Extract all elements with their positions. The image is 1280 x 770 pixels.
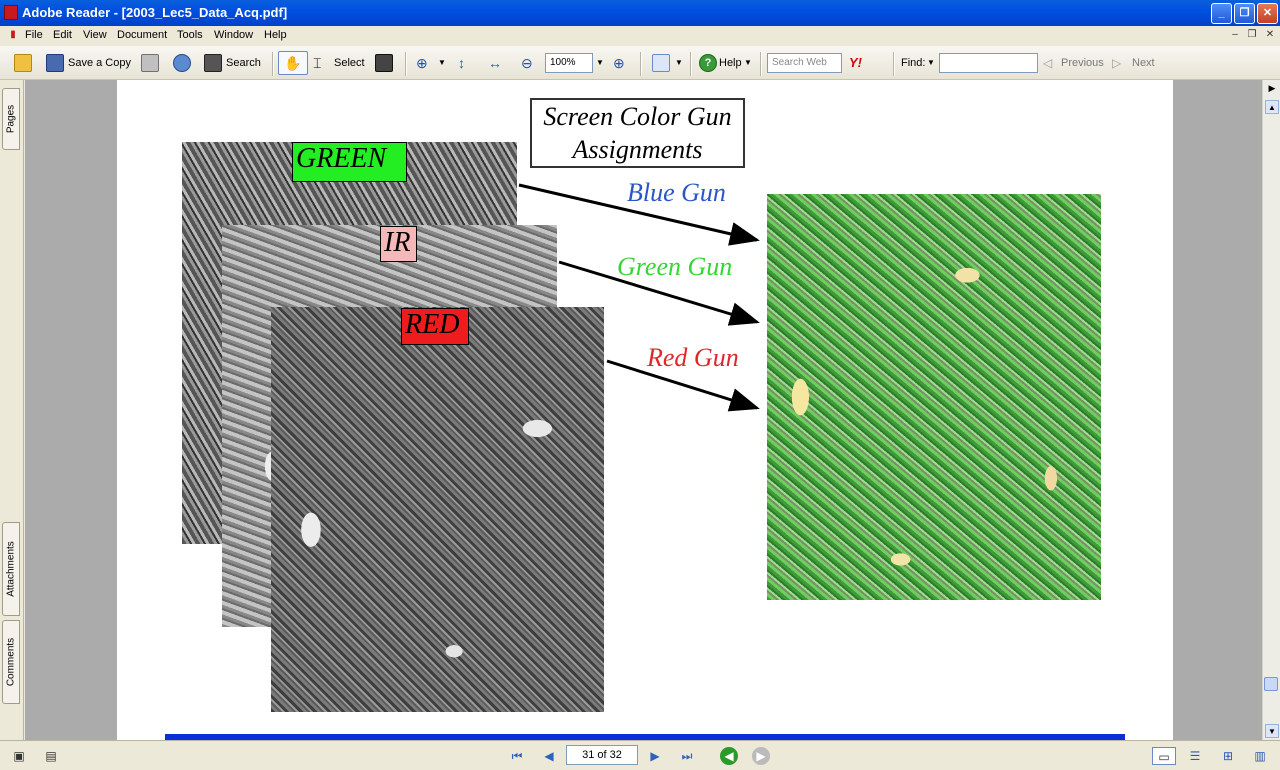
toolbar-divider xyxy=(272,52,274,76)
status-bar: ▣ ▤ ⏮ ◀ 31 of 32 ▶ ⏭ ◀ ▶ ▭ ☰ ⊞ ▥ xyxy=(0,740,1280,770)
menu-help[interactable]: Help xyxy=(264,29,287,41)
yahoo-icon[interactable]: Y! xyxy=(849,54,862,72)
tab-attachments[interactable]: Attachments xyxy=(2,522,20,616)
document-properties-icon[interactable]: ▤ xyxy=(42,747,60,765)
fit-width-icon[interactable]: ↔ xyxy=(488,54,502,72)
tab-pages[interactable]: Pages xyxy=(2,88,20,150)
save-copy-button[interactable]: Save a Copy xyxy=(68,54,131,72)
doc-restore-icon[interactable]: ❐ xyxy=(1245,29,1259,43)
save-disk-icon[interactable] xyxy=(46,54,64,72)
next-arrow-icon[interactable]: ▷ xyxy=(1112,54,1121,72)
fit-height-icon[interactable]: ↕ xyxy=(458,54,465,72)
menu-bar: ▮ File Edit View Document Tools Window H… xyxy=(0,26,1280,46)
zoom-level-dropdown-icon[interactable]: ▼ xyxy=(596,54,604,72)
search-web-field[interactable]: Search Web xyxy=(767,53,842,73)
binoculars-icon[interactable] xyxy=(204,54,222,72)
help-dropdown-icon[interactable]: ▼ xyxy=(744,54,752,72)
next-button[interactable]: Next xyxy=(1132,54,1155,72)
next-page-icon[interactable]: ▶ xyxy=(646,747,664,765)
window-title: Adobe Reader - [2003_Lec5_Data_Acq.pdf] xyxy=(22,5,288,20)
rotate-page-icon[interactable] xyxy=(652,54,670,72)
page-layout-icon[interactable]: ▣ xyxy=(10,747,28,765)
red-gun-arrow xyxy=(606,359,760,412)
scroll-up-icon[interactable]: ▲ xyxy=(1265,100,1279,114)
page-number-field[interactable]: 31 of 32 xyxy=(566,745,638,765)
zoom-plus-icon[interactable]: ⊕ xyxy=(613,54,625,72)
toolbar: Save a Copy Search ✋ ⌶ Select ⊕ ▼ ↕ ↔ ⊖ … xyxy=(0,46,1280,80)
zoom-out-icon[interactable]: ⊖ xyxy=(521,54,533,72)
go-forward-icon[interactable]: ▶ xyxy=(752,747,770,765)
blue-gun-arrow xyxy=(518,183,760,246)
select-button[interactable]: Select xyxy=(334,54,365,72)
zoom-level-field[interactable]: 100% xyxy=(545,53,593,73)
tab-comments[interactable]: Comments xyxy=(2,620,20,704)
previous-page-icon[interactable]: ◀ xyxy=(540,747,558,765)
menu-edit[interactable]: Edit xyxy=(53,29,72,41)
color-composite-image xyxy=(767,194,1101,600)
menu-window[interactable]: Window xyxy=(214,29,253,41)
toolbar-divider xyxy=(760,52,762,76)
scrollbar-thumb[interactable] xyxy=(1264,677,1278,691)
close-button[interactable]: ✕ xyxy=(1257,3,1278,24)
document-icon: ▮ xyxy=(10,29,16,40)
minimize-button[interactable]: _ xyxy=(1211,3,1232,24)
email-icon[interactable] xyxy=(173,54,191,72)
snapshot-camera-icon[interactable] xyxy=(375,54,393,72)
scroll-down-icon[interactable]: ▼ xyxy=(1265,724,1279,738)
vertical-scrollbar[interactable]: ▶ ▲ ▼ xyxy=(1262,80,1280,740)
restore-button[interactable]: ❐ xyxy=(1234,3,1255,24)
toolbar-divider xyxy=(690,52,692,76)
scroll-expand-arrow-icon[interactable]: ▶ xyxy=(1265,80,1279,96)
continuous-view-icon[interactable]: ☰ xyxy=(1186,747,1204,765)
find-input[interactable] xyxy=(939,53,1038,73)
tab-pages-label: Pages xyxy=(5,104,17,134)
toolbar-divider xyxy=(640,52,642,76)
help-button[interactable]: Help xyxy=(719,54,742,72)
continuous-facing-view-icon[interactable]: ▥ xyxy=(1251,747,1269,765)
go-back-icon[interactable]: ◀ xyxy=(720,747,738,765)
find-label[interactable]: Find: xyxy=(901,54,925,72)
doc-close-icon[interactable]: ✕ xyxy=(1263,29,1277,43)
help-icon[interactable]: ? xyxy=(699,54,717,72)
toolbar-divider xyxy=(405,52,407,76)
search-button[interactable]: Search xyxy=(226,54,261,72)
adobe-reader-icon xyxy=(4,5,18,20)
menu-view[interactable]: View xyxy=(83,29,107,41)
toolbar-divider xyxy=(893,52,895,76)
select-cursor-icon[interactable]: ⌶ xyxy=(313,54,321,72)
pdf-page: Screen Color Gun Assignments GREEN IR RE… xyxy=(117,80,1173,740)
hand-tool-icon[interactable]: ✋ xyxy=(278,51,308,75)
zoom-dropdown-icon[interactable]: ▼ xyxy=(438,54,446,72)
title-bar: Adobe Reader - [2003_Lec5_Data_Acq.pdf] … xyxy=(0,0,1280,26)
document-viewport[interactable]: Screen Color Gun Assignments GREEN IR RE… xyxy=(25,80,1262,740)
tab-attachments-label: Attachments xyxy=(5,541,17,597)
menu-tools[interactable]: Tools xyxy=(177,29,203,41)
last-page-icon[interactable]: ⏭ xyxy=(678,747,696,765)
green-gun-arrow xyxy=(558,260,760,326)
doc-minimize-icon[interactable]: – xyxy=(1228,29,1242,43)
facing-view-icon[interactable]: ⊞ xyxy=(1219,747,1237,765)
menu-file[interactable]: File xyxy=(25,29,43,41)
print-icon[interactable] xyxy=(141,54,159,72)
rotate-dropdown-icon[interactable]: ▼ xyxy=(675,54,683,72)
navigation-pane: Pages Attachments Comments xyxy=(0,80,24,740)
previous-arrow-icon[interactable]: ◁ xyxy=(1043,54,1052,72)
menu-document[interactable]: Document xyxy=(117,29,167,41)
tab-comments-label: Comments xyxy=(5,637,17,687)
zoom-in-icon[interactable]: ⊕ xyxy=(416,54,428,72)
find-dropdown-icon[interactable]: ▼ xyxy=(927,54,935,72)
first-page-icon[interactable]: ⏮ xyxy=(508,747,526,765)
open-folder-icon[interactable] xyxy=(14,54,32,72)
previous-button[interactable]: Previous xyxy=(1061,54,1104,72)
single-page-view-icon[interactable]: ▭ xyxy=(1152,747,1176,765)
